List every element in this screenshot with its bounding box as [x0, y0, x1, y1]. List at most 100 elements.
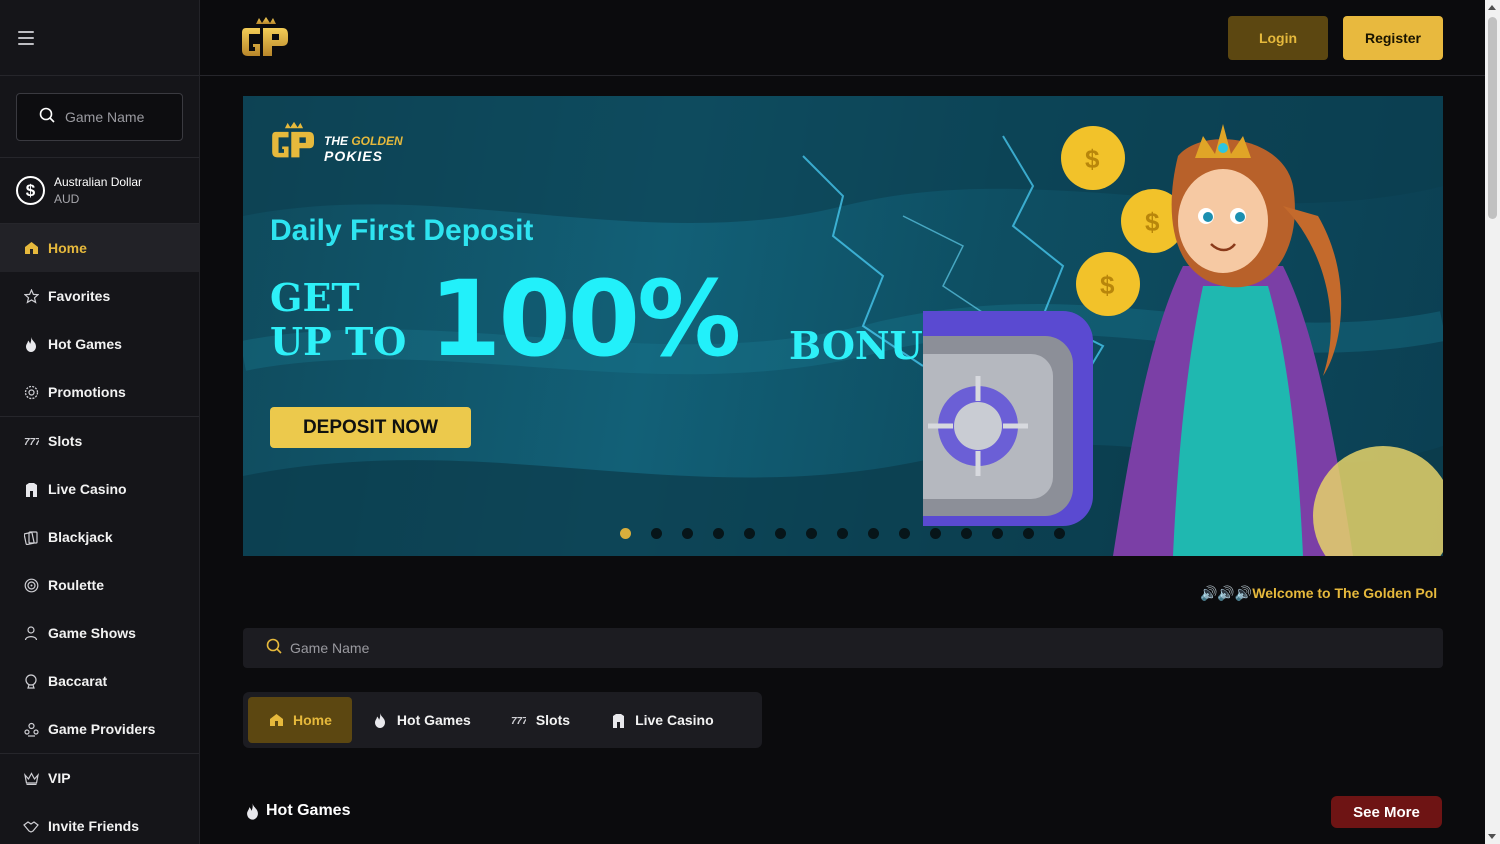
banner-subtitle: Daily First Deposit — [270, 214, 534, 247]
sidebar-item-label: Home — [48, 240, 87, 256]
banner-get-line2: UP TO — [270, 319, 407, 364]
sidebar-item-label: Game Providers — [48, 721, 156, 737]
banner-get-text: GET UP TO — [270, 276, 406, 364]
page-scrollbar[interactable] — [1485, 0, 1500, 844]
sidebar-item-game-shows[interactable]: Game Shows — [0, 609, 199, 657]
carousel-dots — [620, 528, 1065, 539]
sidebar-search-box — [16, 93, 183, 141]
scroll-down-arrow-icon[interactable] — [1488, 834, 1496, 839]
sidebar-item-live-casino[interactable]: Live Casino — [0, 465, 199, 513]
sidebar-item-label: Slots — [48, 433, 83, 449]
carousel-dot[interactable] — [682, 528, 693, 539]
brand-golden: GOLDEN — [351, 134, 403, 148]
carousel-dot[interactable] — [899, 528, 910, 539]
carousel-dot[interactable] — [744, 528, 755, 539]
tab-home[interactable]: Home — [248, 697, 352, 743]
providers-icon — [23, 721, 39, 737]
banner-brand-line1: THE GOLDEN — [324, 134, 403, 148]
main-search-input[interactable] — [290, 640, 590, 656]
svg-text:777: 777 — [24, 437, 39, 446]
home-icon — [23, 240, 39, 256]
hot-games-heading: Hot Games — [243, 801, 350, 821]
sidebar-top — [0, 0, 199, 76]
banner-percent: 100% — [429, 258, 741, 380]
gear-badge-icon — [23, 384, 39, 400]
carousel-dot[interactable] — [775, 528, 786, 539]
flame-icon — [243, 801, 261, 821]
top-header: Login Register — [200, 0, 1485, 76]
main-search-box — [243, 628, 1443, 668]
sidebar: $ Australian Dollar AUD Home Favorites H… — [0, 0, 200, 844]
dollar-coin-icon: $ — [16, 176, 45, 205]
tab-label: Hot Games — [396, 712, 471, 728]
tab-label: Live Casino — [635, 712, 714, 728]
slots-777-icon: 777 — [23, 433, 39, 449]
sidebar-search-input[interactable] — [65, 109, 175, 125]
login-button[interactable]: Login — [1228, 16, 1328, 60]
sidebar-item-label: Favorites — [48, 288, 111, 304]
sidebar-item-game-providers[interactable]: Game Providers — [0, 705, 199, 753]
sidebar-item-home[interactable]: Home — [0, 224, 199, 272]
search-icon — [266, 638, 282, 659]
flame-icon — [23, 336, 39, 352]
sidebar-item-label: Game Shows — [48, 625, 136, 641]
sidebar-item-promotions[interactable]: Promotions — [0, 368, 199, 416]
carousel-dot[interactable] — [651, 528, 662, 539]
hot-games-title: Hot Games — [266, 802, 351, 819]
slots-777-icon: 777 — [511, 712, 527, 728]
sidebar-item-label: Hot Games — [48, 336, 122, 352]
baccarat-icon — [23, 673, 39, 689]
carousel-dot[interactable] — [930, 528, 941, 539]
sidebar-item-hot-games[interactable]: Hot Games — [0, 320, 199, 368]
dealer-icon — [23, 481, 39, 497]
announcement-marquee: 🔊🔊🔊Welcome to The Golden Pol — [1200, 585, 1438, 601]
sidebar-item-vip[interactable]: VIP — [0, 754, 199, 802]
sidebar-item-favorites[interactable]: Favorites — [0, 272, 199, 320]
promo-banner[interactable]: THE GOLDEN POKIES Daily First Deposit GE… — [243, 96, 1443, 556]
hamburger-menu-icon[interactable] — [18, 30, 34, 45]
carousel-dot[interactable] — [713, 528, 724, 539]
scroll-up-arrow-icon[interactable] — [1488, 5, 1496, 10]
sidebar-item-label: VIP — [48, 770, 71, 786]
sidebar-item-blackjack[interactable]: Blackjack — [0, 513, 199, 561]
sidebar-item-label: Baccarat — [48, 673, 108, 689]
scroll-thumb[interactable] — [1488, 17, 1497, 219]
sidebar-item-roulette[interactable]: Roulette — [0, 561, 199, 609]
tab-slots[interactable]: 777 Slots — [491, 697, 590, 743]
tab-live-casino[interactable]: Live Casino — [590, 697, 734, 743]
register-button[interactable]: Register — [1343, 16, 1443, 60]
roulette-icon — [23, 577, 39, 593]
brand-the: THE — [324, 134, 348, 148]
search-icon — [39, 107, 55, 128]
brand-pokies: POKIES — [324, 148, 383, 164]
carousel-dot[interactable] — [1023, 528, 1034, 539]
sidebar-item-label: Invite Friends — [48, 818, 140, 834]
deposit-now-button[interactable]: DEPOSIT NOW — [270, 407, 471, 448]
banner-get-line1: GET — [270, 275, 360, 320]
crown-icon — [23, 770, 39, 786]
carousel-dot[interactable] — [961, 528, 972, 539]
tab-label: Home — [293, 712, 332, 728]
home-icon — [268, 712, 284, 728]
tab-hot-games[interactable]: Hot Games — [352, 697, 491, 743]
see-more-button[interactable]: See More — [1331, 796, 1442, 828]
banner-character-illustration: $ $ $ — [923, 124, 1443, 556]
site-logo[interactable] — [242, 16, 290, 60]
flame-icon — [372, 712, 388, 728]
carousel-dot[interactable] — [1054, 528, 1065, 539]
cards-icon — [23, 529, 39, 545]
svg-text:$: $ — [1145, 207, 1160, 237]
carousel-dot[interactable] — [837, 528, 848, 539]
sidebar-item-slots[interactable]: 777 Slots — [0, 417, 199, 465]
carousel-dot[interactable] — [620, 528, 631, 539]
sidebar-item-label: Roulette — [48, 577, 104, 593]
carousel-dot[interactable] — [868, 528, 879, 539]
carousel-dot[interactable] — [806, 528, 817, 539]
carousel-dot[interactable] — [992, 528, 1003, 539]
sidebar-item-invite-friends[interactable]: Invite Friends — [0, 802, 199, 844]
sidebar-item-baccarat[interactable]: Baccarat — [0, 657, 199, 705]
svg-text:$: $ — [1085, 144, 1100, 174]
currency-selector[interactable]: $ Australian Dollar AUD — [0, 158, 199, 224]
currency-text: Australian Dollar AUD — [54, 174, 142, 208]
tab-label: Slots — [535, 712, 571, 728]
